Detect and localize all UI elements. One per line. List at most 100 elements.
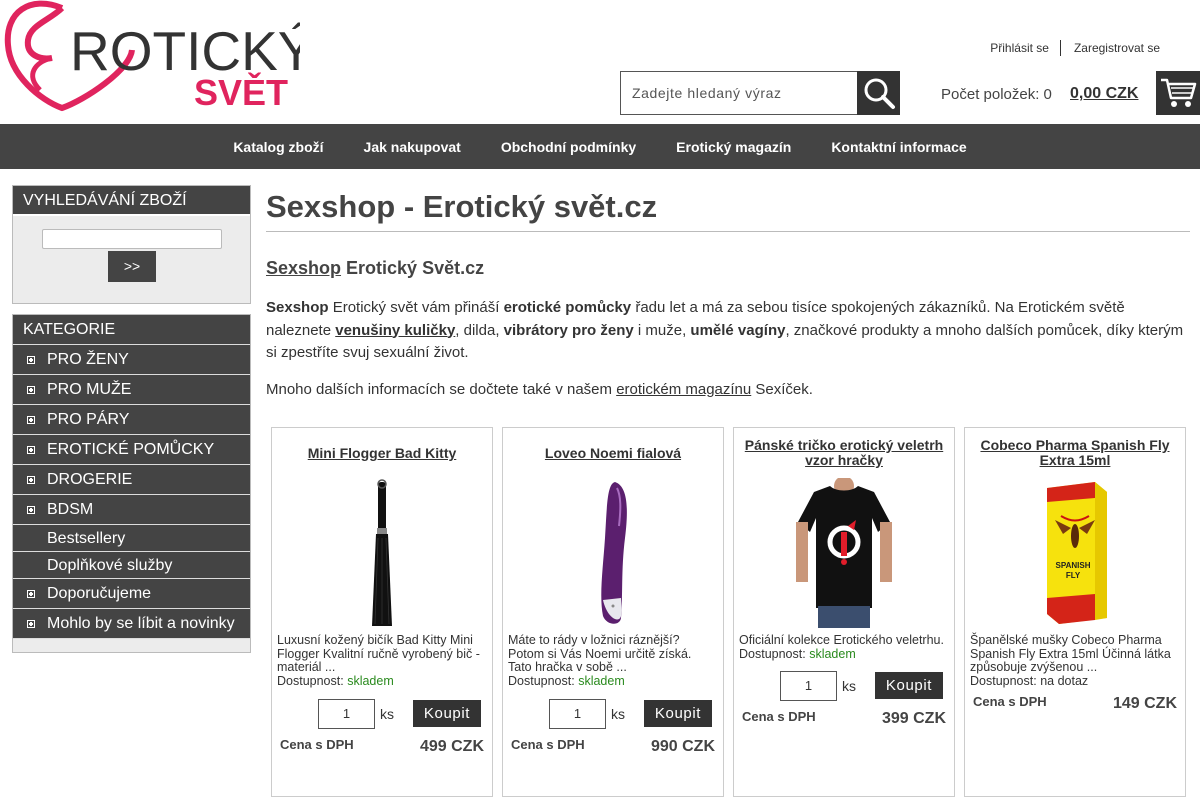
magazine-link[interactable]: erotickém magazínu — [616, 381, 751, 398]
sexshop-link[interactable]: Sexshop — [266, 258, 341, 278]
sidebar-item-label: BDSM — [47, 501, 94, 518]
logo-word-svet: SVĚT — [194, 71, 288, 113]
product-availability: Dostupnost: skladem — [739, 646, 946, 662]
main-content: Sexshop - Erotický svět.cz Sexshop Eroti… — [266, 185, 1190, 401]
cart-item-count: Počet položek: 0 — [941, 86, 1052, 103]
cart-total-link[interactable]: 0,00 CZK — [1070, 85, 1138, 103]
section-heading-text: Erotický Svět.cz — [341, 258, 485, 278]
expand-icon — [27, 589, 35, 598]
magazine-paragraph: Mnoho dalších informacích se dočtete tak… — [266, 379, 1190, 401]
sidebar-item-label: Bestsellery — [47, 530, 126, 547]
product-price: 499 CZK — [419, 738, 484, 755]
product-name-link[interactable]: Mini Flogger Bad Kitty — [278, 446, 486, 461]
sidebar-item-doplnkove-sluzby[interactable]: Doplňkové služby — [13, 552, 250, 579]
main-nav: Katalog zboží Jak nakupovat Obchodní pod… — [0, 124, 1200, 169]
product-name-link[interactable]: Cobeco Pharma Spanish Fly Extra 15ml — [971, 438, 1179, 468]
sidebar-item-doporucujeme[interactable]: Doporučujeme — [13, 579, 250, 609]
product-image-tshirt[interactable] — [794, 476, 894, 628]
nav-magazine[interactable]: Erotický magazín — [676, 139, 791, 155]
price-vat-label: Cena s DPH — [280, 737, 354, 752]
sidebar-item-label: DROGERIE — [47, 471, 133, 488]
price-vat-label: Cena s DPH — [973, 694, 1047, 709]
text: Sexíček. — [751, 380, 813, 398]
page-title: Sexshop - Erotický svět.cz — [266, 185, 1190, 232]
search-input[interactable] — [620, 71, 858, 115]
site-logo[interactable]: ROTICKÝ SVĚT — [0, 0, 300, 120]
buy-button[interactable]: Koupit — [413, 700, 481, 727]
price-vat-label: Cena s DPH — [742, 709, 816, 724]
sidebar-item-pro-pary[interactable]: PRO PÁRY — [13, 405, 250, 435]
site-header: ROTICKÝ SVĚT Přihlásit se Zaregistrovat … — [0, 0, 1200, 124]
product-price: 149 CZK — [1112, 695, 1177, 712]
sidebar-item-pro-zeny[interactable]: PRO ŽENY — [13, 345, 250, 375]
sidebar-item-label: PRO PÁRY — [47, 411, 130, 428]
availability-value: skladem — [347, 673, 394, 688]
cart-button[interactable] — [1156, 71, 1200, 115]
login-link[interactable]: Přihlásit se — [990, 41, 1049, 55]
header-search — [620, 71, 900, 115]
product-card: Pánské tričko erotický veletrh vzor hrač… — [733, 427, 955, 797]
product-description-block: Máte to rády v ložnici ráznější? Potom s… — [508, 633, 715, 688]
availability-value: skladem — [578, 673, 625, 688]
sidebar-search-button[interactable]: >> — [108, 251, 156, 282]
price-vat-label: Cena s DPH — [511, 737, 585, 752]
product-description: Máte to rády v ložnici ráznější? Potom s… — [508, 633, 692, 674]
product-card: Mini Flogger Bad Kitty Luxusní kožený bi… — [271, 427, 493, 797]
sidebar-item-label: PRO ŽENY — [47, 351, 129, 368]
expand-icon — [27, 445, 35, 454]
nav-catalog[interactable]: Katalog zboží — [233, 139, 323, 155]
expand-icon — [27, 505, 35, 514]
text: Erotický svět vám přináší — [328, 299, 504, 316]
quantity-input[interactable]: 1 — [549, 699, 606, 729]
text-strong: umělé vagíny — [690, 321, 786, 339]
buy-button[interactable]: Koupit — [644, 700, 712, 727]
sidebar-item-label: Doplňkové služby — [47, 557, 173, 574]
nav-how-to-buy[interactable]: Jak nakupovat — [364, 139, 461, 155]
product-image-spanish-fly[interactable]: SPANISH FLY — [1025, 478, 1125, 628]
sidebar-item-eroticke-pomucky[interactable]: EROTICKÉ POMŮCKY — [13, 435, 250, 465]
sidebar-item-drogerie[interactable]: DROGERIE — [13, 465, 250, 495]
cart-icon — [1161, 78, 1197, 107]
section-heading: Sexshop Erotický Svět.cz — [266, 258, 1190, 279]
sidebar-categories: KATEGORIE PRO ŽENY PRO MUŽE PRO PÁRY ERO… — [12, 314, 251, 653]
sidebar-item-bestsellery[interactable]: Bestsellery — [13, 525, 250, 552]
buy-button[interactable]: Koupit — [875, 672, 943, 699]
sidebar-search-title: VYHLEDÁVÁNÍ ZBOŽÍ — [13, 186, 250, 216]
text-strong: erotické pomůcky — [503, 299, 632, 316]
product-name-link[interactable]: Loveo Noemi fialová — [509, 446, 717, 461]
sidebar-item-novinky[interactable]: Mohlo by se líbit a novinky — [13, 609, 250, 639]
unit-label: ks — [611, 706, 625, 722]
availability-label: Dostupnost: — [970, 673, 1037, 688]
product-card: Loveo Noemi fialová Máte to rády v ložni… — [502, 427, 724, 797]
categories-title: KATEGORIE — [13, 315, 250, 345]
quantity-input[interactable]: 1 — [780, 671, 837, 701]
unit-label: ks — [842, 678, 856, 694]
product-description: Španělské mušky Cobeco Pharma Spanish Fl… — [970, 633, 1171, 674]
expand-icon — [27, 619, 35, 628]
product-image-vibrator[interactable] — [563, 478, 663, 628]
availability-label: Dostupnost: — [739, 646, 806, 661]
magnifier-icon — [864, 78, 895, 109]
nav-terms[interactable]: Obchodní podmínky — [501, 139, 636, 155]
product-name-link[interactable]: Pánské tričko erotický veletrh vzor hrač… — [740, 438, 948, 468]
sidebar-item-pro-muze[interactable]: PRO MUŽE — [13, 375, 250, 405]
quantity-input[interactable]: 1 — [318, 699, 375, 729]
venusiny-kulicky-link[interactable]: venušiny kuličky — [335, 322, 455, 339]
text: , dilda, — [455, 321, 504, 339]
product-price: 990 CZK — [650, 738, 715, 755]
expand-icon — [27, 415, 35, 424]
product-price: 399 CZK — [881, 710, 946, 727]
sidebar-item-label: Doporučujeme — [47, 585, 152, 602]
availability-value: skladem — [809, 646, 856, 661]
sidebar-search-input[interactable] — [42, 229, 222, 249]
product-image-flogger[interactable] — [332, 478, 432, 628]
nav-contact[interactable]: Kontaktní informace — [831, 139, 966, 155]
search-button[interactable] — [857, 71, 900, 115]
availability-label: Dostupnost: — [508, 673, 575, 688]
sidebar-item-label: Mohlo by se líbit a novinky — [47, 615, 235, 632]
text-strong: Sexshop — [266, 299, 329, 316]
product-description: Luxusní kožený bičík Bad Kitty Mini Flog… — [277, 633, 480, 674]
register-link[interactable]: Zaregistrovat se — [1074, 41, 1160, 55]
sidebar-item-bdsm[interactable]: BDSM — [13, 495, 250, 525]
expand-icon — [27, 385, 35, 394]
